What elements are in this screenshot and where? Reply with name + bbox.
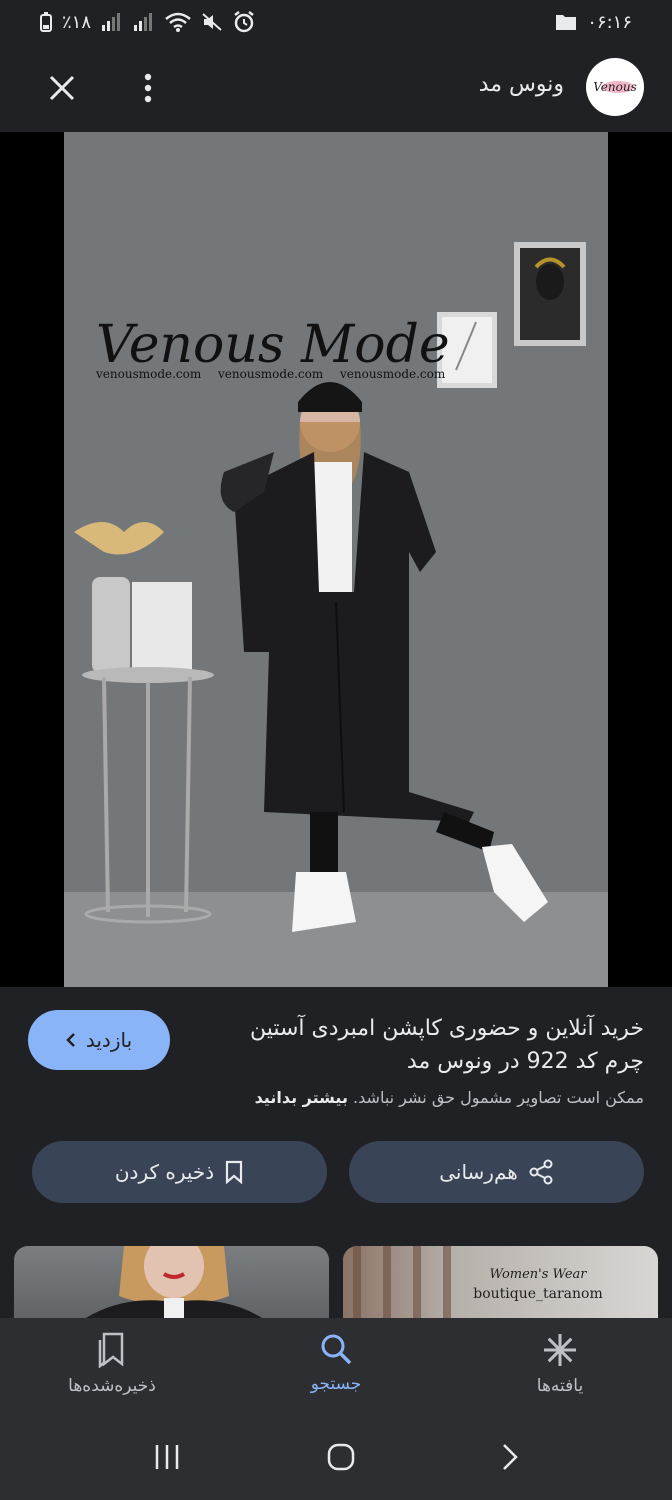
related-image-2[interactable]: Women's Wear boutique_taranom [343, 1246, 658, 1326]
recent-apps-icon [155, 1445, 178, 1469]
nav-saved-label: ذخیره‌شده‌ها [68, 1376, 156, 1396]
related-image-1[interactable] [14, 1246, 329, 1326]
share-button[interactable]: هم‌رسانی [349, 1141, 644, 1203]
system-nav-bar [0, 1418, 672, 1500]
visit-button[interactable]: بازدید [28, 1010, 170, 1070]
home-button[interactable] [326, 1442, 356, 1476]
battery-icon [40, 12, 52, 32]
more-vert-icon [144, 73, 152, 103]
status-icons: ٪۱۸ [40, 11, 255, 33]
status-time: ۰۶:۱۶ [587, 11, 632, 33]
folder-icon [556, 15, 577, 30]
learn-more-link[interactable]: بیشتر بدانید [255, 1088, 348, 1107]
back-icon [503, 1444, 519, 1470]
nav-discover-label: یافته‌ها [536, 1376, 584, 1396]
chevron-left-icon [66, 1033, 75, 1047]
result-title[interactable]: خرید آنلاین و حضوری کاپشن امبردی آستین چ… [204, 1012, 644, 1078]
watermark-url-2: venousmode.com [217, 367, 324, 381]
visit-label: بازدید [85, 1028, 133, 1052]
product-photo[interactable]: Venous Mode venousmode.com venousmode.co… [64, 132, 608, 987]
bookmark-icon [226, 1160, 243, 1184]
signal-2-icon [134, 13, 153, 31]
bookmarks-icon [98, 1332, 124, 1368]
back-button[interactable] [501, 1442, 519, 1476]
signal-icon [102, 13, 121, 31]
status-bar: ٪۱۸ ۰۶:۱۶ [0, 0, 672, 44]
site-logo[interactable]: Venous [586, 58, 644, 116]
alarm-icon [234, 11, 254, 33]
top-bar: ونوس مد Venous [0, 44, 672, 132]
image-viewer[interactable]: Venous Mode venousmode.com venousmode.co… [0, 132, 672, 987]
thumb-caption-1: Women's Wear [489, 1267, 587, 1282]
share-label: هم‌رسانی [439, 1160, 518, 1184]
copyright-notice: ممکن است تصاویر مشمول حق نشر نباشد. بیشت… [44, 1088, 644, 1107]
save-button[interactable]: ذخیره کردن [32, 1141, 327, 1203]
nav-saved[interactable]: ذخیره‌شده‌ها [0, 1318, 224, 1418]
home-icon [327, 1443, 355, 1471]
site-name[interactable]: ونوس مد [479, 72, 564, 97]
save-label: ذخیره کردن [114, 1160, 215, 1184]
svg-text:Venous: Venous [593, 80, 637, 94]
watermark-url-3: venousmode.com [339, 367, 446, 381]
close-icon [49, 75, 75, 101]
copyright-text: ممکن است تصاویر مشمول حق نشر نباشد. [353, 1088, 644, 1107]
related-image-1-graphic [74, 1246, 274, 1326]
share-icon [529, 1159, 553, 1185]
thumb-caption-2: boutique_taranom [473, 1286, 603, 1302]
battery-percent: ٪۱۸ [62, 11, 92, 33]
watermark-url-1: venousmode.com [95, 367, 202, 381]
nav-search[interactable]: جستجو [224, 1318, 448, 1418]
status-right: ۰۶:۱۶ [555, 12, 632, 33]
nav-discover[interactable]: یافته‌ها [448, 1318, 672, 1418]
more-options-button[interactable] [124, 64, 172, 112]
recent-apps-button[interactable] [153, 1443, 181, 1475]
product-image: Venous Mode venousmode.com venousmode.co… [64, 132, 608, 987]
asterisk-icon [544, 1334, 576, 1366]
search-icon [321, 1334, 352, 1365]
venous-logo-icon: Venous [593, 80, 637, 94]
close-button[interactable] [38, 64, 86, 112]
bottom-nav: ذخیره‌شده‌ها جستجو یافته‌ها [0, 1318, 672, 1418]
related-image-2-graphic: Women's Wear boutique_taranom [353, 1246, 603, 1326]
nav-search-label: جستجو [310, 1374, 362, 1394]
watermark-brand: Venous Mode [96, 315, 450, 375]
wifi-icon [165, 12, 191, 32]
mute-icon [202, 13, 222, 31]
